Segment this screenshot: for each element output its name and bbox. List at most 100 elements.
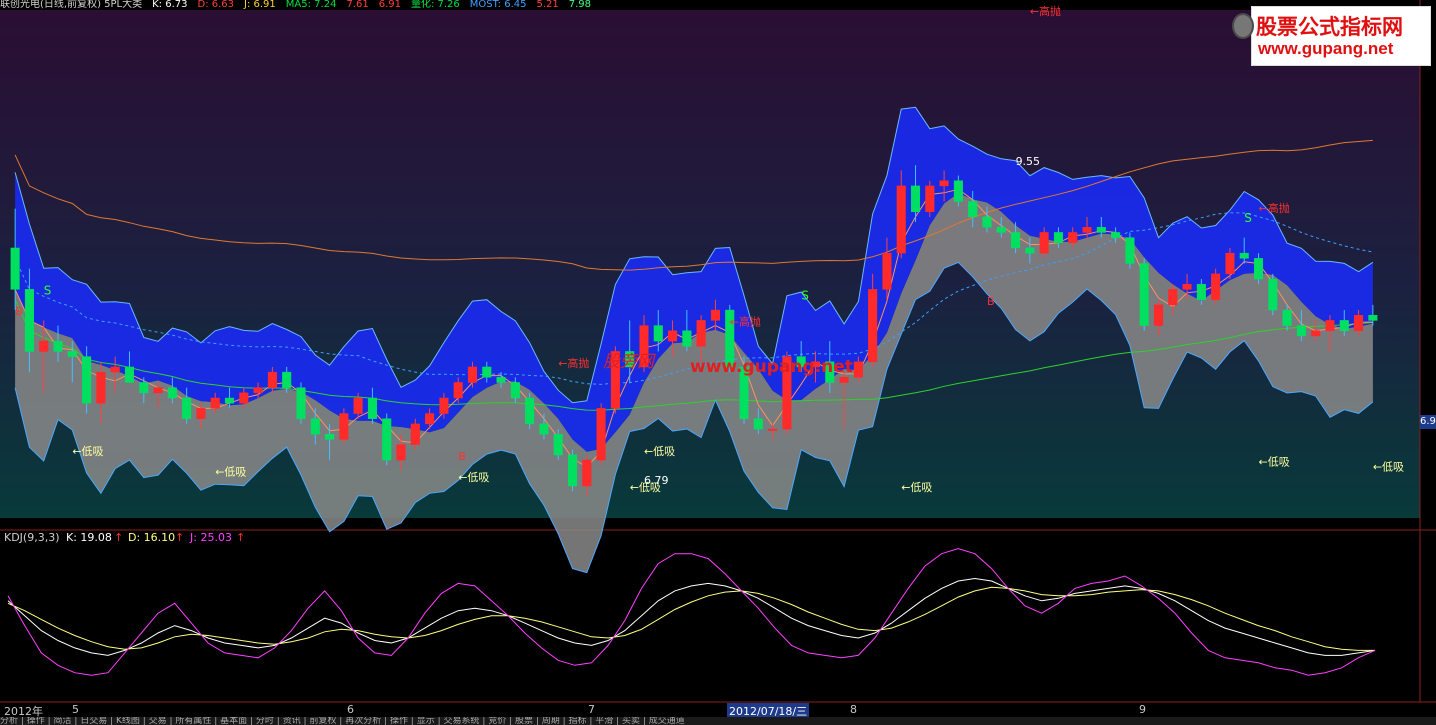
candle-body	[253, 387, 263, 394]
kdj-title: KDJ(9,3,3)	[4, 531, 60, 544]
candle-body	[1268, 278, 1278, 311]
axis-label-month-5: 5	[72, 703, 79, 716]
candle-body	[210, 397, 220, 409]
last-price-box: 6.9	[1420, 415, 1436, 429]
candle-body	[1153, 304, 1164, 326]
candle-body	[467, 366, 478, 383]
axis-label-month-9: 9	[1139, 703, 1146, 716]
candle-body	[982, 216, 992, 228]
candle-body	[396, 444, 406, 461]
candle-body	[425, 413, 435, 425]
candle-body	[39, 340, 49, 352]
candle-body	[896, 185, 906, 254]
candle-body	[267, 371, 277, 388]
candle-body	[582, 459, 592, 487]
candle-body	[939, 180, 949, 187]
candle-body	[1354, 314, 1364, 332]
candle-body	[1253, 258, 1264, 280]
candle-body	[1053, 232, 1063, 244]
candle-body	[439, 397, 449, 414]
candle-body	[1011, 232, 1021, 249]
kdj-j-arrow: ↑	[236, 531, 246, 544]
sell-high-label: ←高抛	[730, 315, 761, 329]
candle-body	[1239, 252, 1249, 259]
candle-body	[53, 340, 63, 352]
buy-low-label: ←低吸	[644, 445, 675, 458]
bottom-toolbar[interactable]: 分析 | 操作 | 简洁 | 日交易 | K线图 | 交易 | 所有属性 | 基…	[0, 717, 1436, 725]
candle-body	[124, 366, 135, 383]
price-peak-label: 9.55	[1016, 155, 1041, 168]
signal-b: B	[458, 450, 466, 463]
signal-s: S	[44, 284, 52, 298]
candle-body	[282, 371, 292, 388]
candle-body	[853, 361, 863, 378]
header-item-0: 联创光电(日线,前复权) 5PL大类	[0, 0, 143, 10]
candle-body	[410, 423, 420, 445]
axis-label-month-8: 8	[850, 703, 857, 716]
candle-body	[567, 454, 578, 487]
candle-body	[553, 433, 563, 456]
kdj-k-line	[7, 577, 1376, 656]
header-item-8: MOST: 6.45	[469, 0, 527, 10]
indicator-header: 联创光电(日线,前复权) 5PL大类 K: 6.73 D: 6.63 J: 6.91 M…	[0, 0, 1420, 10]
candle-body	[1125, 237, 1135, 264]
header-item-4: MA5: 7.24	[285, 0, 337, 10]
candle-body	[753, 418, 763, 430]
candle-body	[1225, 252, 1235, 275]
watermark-line2: www.gupang.net	[1258, 39, 1394, 58]
signal-s: S	[1244, 211, 1252, 225]
candle-body	[239, 392, 249, 404]
candle-body	[1325, 320, 1335, 332]
candle-body	[353, 397, 363, 414]
header-item-7: 量化: 7.26	[410, 0, 460, 10]
header-item-1: K: 6.73	[152, 0, 188, 10]
axis-label-month-6: 6	[347, 703, 354, 716]
candle-body	[1111, 232, 1121, 238]
candle-body	[496, 377, 506, 383]
candle-body	[1196, 283, 1206, 300]
buy-low-label: ←低吸	[1373, 460, 1404, 473]
candle-body	[910, 185, 921, 213]
candle-body	[182, 397, 192, 419]
kdj-d-label: D: 16.10	[128, 531, 176, 544]
candle-body	[167, 387, 177, 399]
header-item-9: 5.21	[536, 0, 559, 10]
signal-b: B	[987, 295, 995, 308]
candle-body	[1211, 273, 1221, 300]
header-item-10: 7.98	[568, 0, 591, 10]
header-item-3: J: 6.91	[244, 0, 276, 10]
kdj-k-label: K: 19.08	[66, 531, 112, 544]
candle-body	[67, 351, 77, 357]
candle-body	[996, 227, 1006, 233]
candle-body	[596, 408, 606, 461]
candle-body	[367, 397, 377, 419]
candle-body	[110, 366, 120, 373]
candle-body	[1168, 289, 1178, 306]
candle-body	[1025, 247, 1035, 254]
candle-body	[539, 423, 549, 435]
candle-body	[1039, 232, 1049, 254]
signal-s: S	[801, 289, 809, 303]
candle-body	[339, 413, 349, 440]
candle-body	[682, 330, 692, 347]
price-trough-label: 6.79	[644, 474, 669, 487]
site-watermark: 股票公式指标网 www.gupang.net	[1232, 6, 1431, 66]
candle-body	[382, 418, 392, 461]
candle-body	[696, 320, 706, 347]
candle-body	[925, 185, 935, 213]
candle-body	[510, 382, 520, 399]
candle-body	[24, 289, 34, 352]
candle-body	[310, 418, 320, 435]
candle-body	[710, 309, 720, 321]
candle-body	[196, 408, 206, 419]
axis-label-month-7: 7	[588, 703, 595, 716]
buy-low-label: ←低吸	[458, 471, 489, 484]
candle-body	[296, 387, 306, 419]
watermark-logo-icon	[1232, 13, 1254, 39]
header-item-5: 7.61	[346, 0, 369, 10]
watermark-line1: 股票公式指标网	[1256, 15, 1403, 39]
candle-body	[10, 247, 20, 290]
date-axis: 2012年 5 6 7 2012/07/18/三 8 9	[0, 702, 1420, 719]
buy-low-label: ←低吸	[215, 466, 246, 479]
sell-high-label: ←高抛	[1259, 201, 1290, 215]
